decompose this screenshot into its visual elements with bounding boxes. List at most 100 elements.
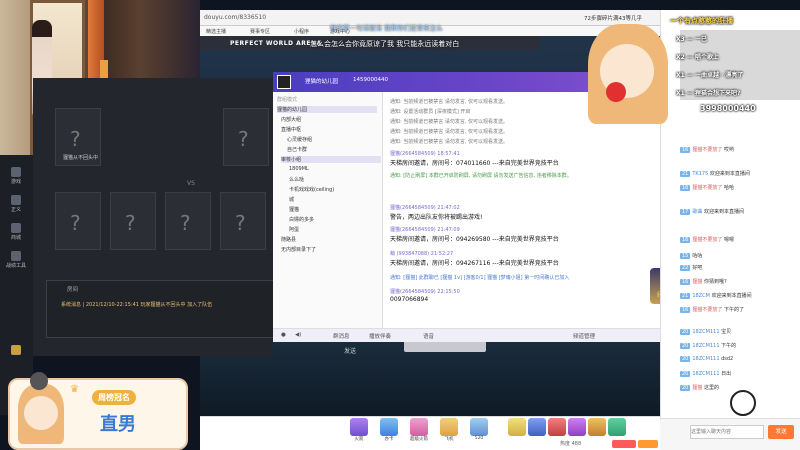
gift-label: 火箭 (354, 437, 364, 442)
gift-item[interactable] (608, 418, 626, 436)
group-id: 1459000440 (353, 77, 388, 83)
send-button[interactable]: 发送 (344, 346, 356, 355)
tree-item[interactable]: 直播中枢 (281, 126, 301, 133)
gift-item[interactable] (508, 418, 526, 436)
player-slot[interactable]: ? (110, 192, 156, 250)
game-title: PERFECT WORLD ARENA (230, 40, 322, 47)
member-item[interactable]: 阿蛋 (289, 226, 299, 233)
message-text: 天梯房间邀请，房间号：094269580 ---来自完美世界竞技平台 (390, 236, 559, 243)
gift-item[interactable] (350, 418, 368, 436)
mic-icon[interactable]: ● (281, 332, 286, 338)
gift-item[interactable] (568, 418, 586, 436)
side-menu-item[interactable]: 正义 (6, 195, 26, 213)
player-slot[interactable]: ? (55, 192, 101, 250)
danmaku-entry: 15 咕咕 (680, 253, 703, 259)
side-menu-item[interactable]: 战绩工具 (6, 251, 26, 269)
tree-item[interactable]: 心灵缓存组 (287, 136, 312, 143)
danmaku-entry: 20 18ZCM111 日出 (680, 371, 732, 377)
gift-item[interactable] (410, 418, 428, 436)
ranking-name: 直男 (100, 414, 136, 435)
member-item[interactable]: 么么哒 (289, 176, 304, 183)
volume-icon[interactable]: ◀) (295, 332, 301, 338)
side-menu-item[interactable]: 商城 (6, 223, 26, 241)
group-avatar (277, 75, 291, 89)
diamond-icon (11, 345, 21, 355)
gift-item[interactable] (440, 418, 458, 436)
player-slot[interactable]: ? (223, 108, 269, 166)
address-bar[interactable]: douyu.com/8336510 (204, 14, 266, 21)
gift-item[interactable] (548, 418, 566, 436)
message-meta: 通知: [狸猫] 此群聊已 [狸猫 1v] [游客0/1] 狸猫 [梦魂小姐] … (390, 275, 570, 281)
anime-girl-sticker (578, 14, 678, 124)
member-item[interactable]: 白嫖的多多 (289, 216, 314, 223)
danmaku-entry: 21 TK175 欢迎来到本直播间 (680, 171, 750, 177)
danmaku-entry: 20 18ZCM111 宝贝 (680, 329, 732, 335)
side-menu-item[interactable]: 游戏 (6, 167, 26, 185)
bookmark-item[interactable]: 小程序 (294, 28, 309, 35)
tree-item[interactable]: 狸猫的幼儿园 (277, 106, 377, 113)
side-menu-item[interactable] (6, 345, 26, 356)
crown-icon: ♛ (70, 384, 79, 395)
member-item[interactable]: 1809ML (289, 166, 309, 172)
vs-label: VS (187, 180, 195, 187)
message-text: 0097066894 (390, 296, 429, 303)
trophy-icon (11, 251, 21, 261)
message-meta: 狸猫(2664584509) 18:57:41 (390, 151, 460, 157)
gift-item[interactable] (470, 418, 488, 436)
tree-item[interactable]: 审核小组 (281, 156, 381, 163)
footer-item[interactable]: 频道管理 (573, 332, 595, 340)
anime-girl-face (24, 396, 58, 430)
message-meta: 萌 (993847088) 21:52:27 (390, 251, 454, 257)
message-meta: 通知: [防止刷屏] 本群已开启防刷屏, 请勿刷屏 请勿发送广告信息, 违者移除… (390, 173, 572, 179)
message-list: 通知: 当前频道已被禁言 请勿发言, 仅可以观看发送。 通知: 设置活动群员 [… (384, 92, 698, 328)
send-danmaku-button[interactable]: 发送 (768, 425, 794, 439)
tree-item[interactable]: 内部大组 (281, 116, 301, 123)
chat-footer: ● ◀) 群消息 播放伴奏 语音 频道管理 ⚙ (273, 328, 699, 342)
share-button[interactable] (612, 440, 636, 448)
gift-item[interactable] (380, 418, 398, 436)
gift-label: 飞机 (444, 437, 454, 442)
game-side-menu: 游戏 正义 商城 战绩工具 (0, 155, 33, 415)
footer-item[interactable]: 播放伴奏 (369, 332, 391, 340)
player-tag: 狸猫从不回头中 (63, 155, 99, 161)
big-number: 3998000440 (700, 104, 756, 113)
message-text: 天梯房间邀请，房间号：094267116 ---来自完美世界竞技平台 (390, 260, 559, 267)
danmaku-entry: 16 狸猫不要放了 下午的了 (680, 307, 744, 313)
shield-icon (11, 195, 21, 205)
rank-danmaku: X1 — 一曲卓越 · 漂亮了 (676, 72, 744, 79)
group-name: 狸猫的幼儿园 (305, 79, 339, 85)
footer-item[interactable]: 语音 (423, 332, 434, 340)
tree-item[interactable]: 无内部目录下了 (281, 246, 316, 253)
message-meta: 狸猫(2664584509) 22:15:50 (390, 289, 460, 295)
bookmark-item[interactable]: 赛事专区 (250, 28, 270, 35)
banner-danmaku: 一个有点憨憨的狂播 (670, 17, 733, 25)
bookmark-item[interactable]: 精选主播 (206, 28, 226, 35)
apple-icon (606, 82, 626, 102)
recharge-button[interactable] (638, 440, 658, 448)
footer-item[interactable]: 群消息 (333, 332, 350, 340)
member-item[interactable]: 卡机戏戏戏(ceiling) (289, 186, 334, 193)
danmaku-entry: 17 歌曲 欢迎来到本直播间 (680, 209, 744, 215)
message-text: 天梯房间邀请，房间号：074011660 ---来自完美世界竞技平台 (390, 160, 559, 167)
message-meta: 狸猫(2664584509) 21:47:09 (390, 227, 460, 233)
gift-label: 超级火箭 (410, 437, 428, 442)
player-slot[interactable]: ? (165, 192, 211, 250)
gift-item[interactable] (588, 418, 606, 436)
notice-line: 通知: 当前频道已被禁言 请勿发言, 仅可以观看发送。 (390, 119, 509, 125)
fans-count: 热度 488 (560, 441, 582, 447)
player-slot[interactable]: ? (220, 192, 266, 250)
member-item[interactable]: 狸猫 (289, 206, 299, 213)
member-item[interactable]: 城 (289, 196, 294, 203)
ranking-title: 周榜冠名 (92, 390, 136, 405)
rank-danmaku: X3 — 一巳 (676, 36, 707, 43)
tree-header: 群组模式 (277, 97, 298, 103)
gift-item[interactable] (528, 418, 546, 436)
gift-label: 办卡 (384, 437, 394, 442)
tree-item[interactable]: 自己卡群 (287, 146, 307, 153)
cow-mascot-icon (730, 390, 756, 416)
avatar (30, 372, 48, 390)
tree-item[interactable]: 随路县 (281, 236, 296, 243)
notice-line: 通知: 当前频道已被禁言 请勿发言, 仅可以观看发送。 (390, 129, 509, 135)
danmaku-input[interactable] (690, 425, 764, 439)
overlay-danmaku: 怎么会怎么会你竟原谅了我 我只能永远读着对白 (310, 40, 460, 48)
